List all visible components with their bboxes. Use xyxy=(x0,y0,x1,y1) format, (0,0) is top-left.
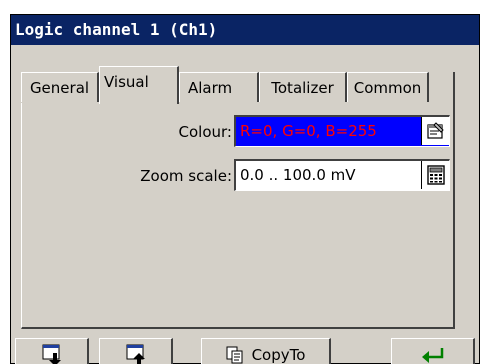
download-icon xyxy=(42,344,61,364)
tab-area-border xyxy=(453,72,455,327)
save-down-button[interactable] xyxy=(15,338,89,364)
upload-icon xyxy=(126,344,145,364)
tab-totalizer[interactable]: Totalizer xyxy=(259,72,347,102)
load-up-button[interactable] xyxy=(99,338,173,364)
tab-visual[interactable]: Visual xyxy=(99,66,179,104)
colour-value: R=0, G=0, B=255 xyxy=(240,122,377,140)
tab-common[interactable]: Common xyxy=(347,72,429,102)
zoom-scale-label: Zoom scale: xyxy=(140,167,232,185)
colour-label: Colour: xyxy=(178,123,232,141)
copyto-label: CopyTo xyxy=(251,345,306,364)
calculator-icon xyxy=(426,165,445,185)
colour-picker-button[interactable] xyxy=(421,117,449,145)
properties-icon xyxy=(426,122,444,139)
zoom-scale-field[interactable]: 0.0 .. 100.0 mV xyxy=(234,159,450,191)
copy-icon xyxy=(226,346,243,363)
visual-panel: Colour: R=0, G=0, B=255 Zoom scale: 0.0 … xyxy=(21,103,455,329)
tab-alarm[interactable]: Alarm xyxy=(179,72,259,102)
window-title: Logic channel 1 (Ch1) xyxy=(11,15,479,45)
enter-button[interactable] xyxy=(391,338,475,364)
copyto-button[interactable]: CopyTo xyxy=(201,338,331,364)
calculator-button[interactable] xyxy=(421,161,449,189)
zoom-scale-value: 0.0 .. 100.0 mV xyxy=(240,166,356,184)
dialog-window: Logic channel 1 (Ch1) General Visual Ala… xyxy=(10,14,480,364)
colour-field[interactable]: R=0, G=0, B=255 xyxy=(234,115,450,147)
enter-arrow-icon xyxy=(421,347,443,363)
tab-general[interactable]: General xyxy=(21,72,99,102)
